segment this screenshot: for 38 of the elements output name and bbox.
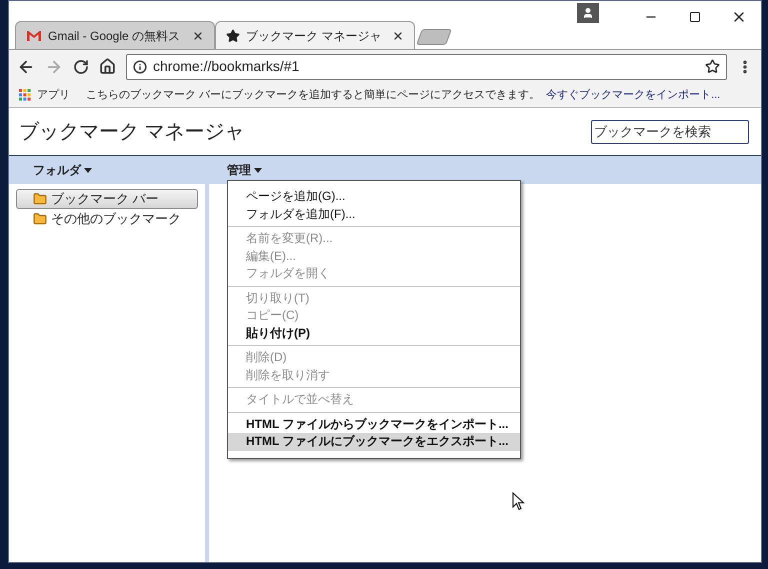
caret-icon [84,168,92,172]
star-icon [226,28,240,42]
person-icon [582,7,594,19]
info-icon [133,60,147,74]
bookmarks-bar-message: こちらのブックマーク バーにブックマークを追加すると簡単にページにアクセスできます。 [86,88,540,103]
new-tab-button[interactable] [416,29,452,45]
menu-item[interactable]: ページを追加(G)... [228,188,520,206]
page-title: ブックマーク マネージャ [19,120,245,144]
profile-button[interactable] [577,3,599,23]
url-text: chrome://bookmarks/#1 [153,57,300,76]
close-icon[interactable] [392,30,404,42]
menu-item[interactable]: HTML ファイルにブックマークをエクスポート... [228,433,520,450]
browser-tab[interactable]: Gmail - Google の無料ス [15,21,215,49]
apps-grid-icon[interactable] [19,89,31,101]
folder-icon [33,192,47,206]
folders-menu-button[interactable]: フォルダ [33,161,203,179]
envelope-icon [26,30,42,42]
folder-icon [33,212,47,226]
reload-icon[interactable] [73,58,89,74]
menu-item[interactable]: 貼り付け(P) [228,324,520,342]
browser-tab[interactable]: ブックマーク マネージャ [215,21,415,49]
maximize-icon[interactable] [689,11,701,23]
organize-menu-button[interactable]: 管理 [227,161,262,179]
menu-item[interactable]: HTML ファイルからブックマークをインポート... [228,416,520,433]
home-icon[interactable] [99,58,116,75]
apps-link[interactable]: アプリ [37,86,70,104]
menu-item[interactable]: フォルダを追加(F)... [228,206,520,223]
address-bar[interactable]: chrome://bookmarks/#1 [126,54,727,80]
tab-title: Gmail - Google の無料ス [48,28,182,44]
folder-item[interactable]: ブックマーク バー [16,189,198,209]
star-icon[interactable] [705,59,720,74]
import-link[interactable]: 今すぐブックマークをインポート... [546,86,720,104]
mouse-cursor-icon [512,492,525,511]
close-icon[interactable] [192,30,204,42]
search-field[interactable]: ブックマークを検索 [591,120,749,144]
folder-item[interactable]: その他のブックマーク [16,209,198,229]
tab-title: ブックマーク マネージャ [246,28,382,44]
caret-icon [254,168,262,172]
